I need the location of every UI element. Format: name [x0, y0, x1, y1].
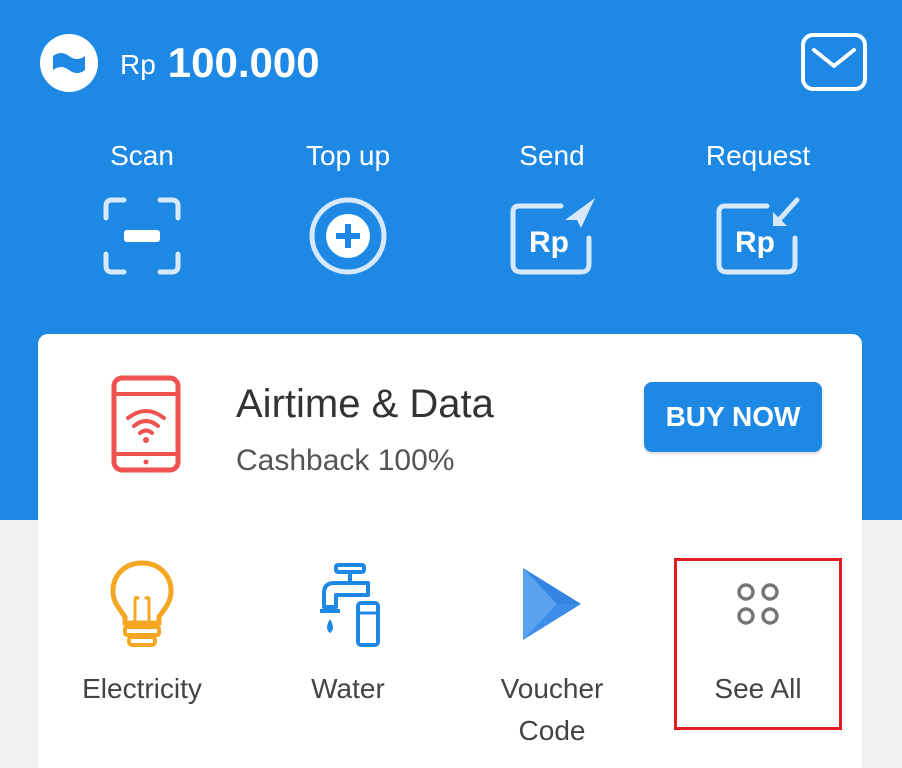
top-up-button[interactable]: Top up	[248, 140, 448, 278]
services-card: Airtime & Data Cashback 100% BUY NOW Ele…	[38, 334, 862, 768]
mail-icon[interactable]	[800, 32, 868, 92]
send-label: Send	[519, 140, 585, 171]
scan-icon	[97, 194, 187, 278]
service-label: Electricity	[82, 673, 202, 704]
balance-amount: 100.000	[167, 39, 320, 86]
request-rp-icon: Rp	[713, 194, 803, 278]
svg-text:Rp: Rp	[735, 226, 775, 259]
plus-circle-icon	[303, 194, 393, 278]
lightbulb-icon	[102, 554, 182, 654]
scan-label: Scan	[110, 140, 174, 171]
service-label: Voucher Code	[500, 673, 604, 746]
request-label: Request	[705, 140, 811, 171]
request-button[interactable]: Request Rp	[658, 140, 858, 278]
send-rp-icon: Rp	[507, 194, 597, 278]
send-button[interactable]: Send Rp	[452, 140, 652, 278]
highlight-box	[674, 558, 842, 730]
service-label: Water	[311, 673, 385, 704]
top-up-label: Top up	[305, 140, 391, 171]
wallet-logo-icon	[40, 34, 98, 92]
currency-label: Rp	[120, 49, 156, 80]
promo-subtitle: Cashback 100%	[236, 444, 455, 477]
service-electricity[interactable]: Electricity	[42, 554, 242, 710]
svg-text:Rp: Rp	[529, 226, 569, 259]
phone-wifi-icon	[108, 374, 188, 474]
faucet-icon	[308, 554, 388, 654]
service-voucher-code[interactable]: Voucher Code	[452, 554, 652, 752]
scan-button[interactable]: Scan	[42, 140, 242, 278]
buy-now-button[interactable]: BUY NOW	[644, 382, 822, 452]
play-store-icon	[512, 554, 592, 654]
service-water[interactable]: Water	[248, 554, 448, 710]
promo-title: Airtime & Data	[236, 382, 494, 426]
balance-display[interactable]: Rp 100.000	[40, 34, 320, 92]
